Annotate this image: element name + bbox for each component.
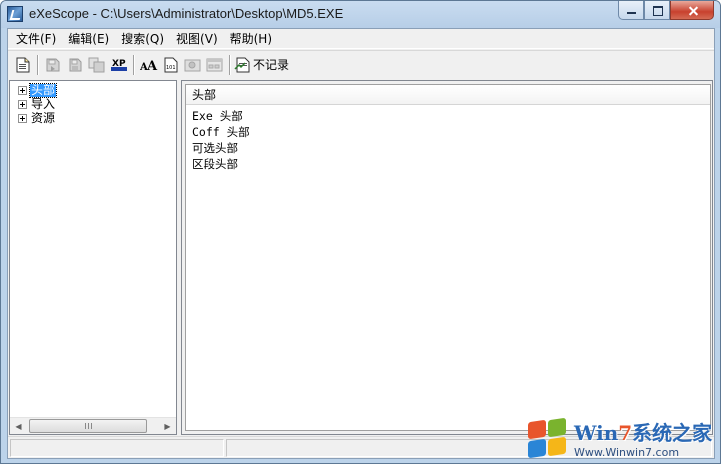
- watermark-url: Www.Winwin7.com: [574, 446, 680, 459]
- list-header[interactable]: 头部: [186, 85, 710, 105]
- expand-icon[interactable]: [18, 99, 27, 109]
- toolbar-separator: [133, 54, 135, 75]
- font-button[interactable]: A A: [138, 54, 160, 76]
- grip-icon: [84, 423, 92, 429]
- watermark-title-b: 系统之家: [632, 421, 713, 445]
- toolbar-separator: [37, 54, 39, 75]
- list-body: Exe 头部 Coff 头部 可选头部 区段头部: [186, 105, 710, 172]
- save-all-icon: [69, 58, 82, 71]
- save-icon: [46, 58, 60, 71]
- windows-logo-icon: [526, 417, 568, 459]
- image-button[interactable]: [182, 54, 204, 76]
- maximize-button[interactable]: [644, 1, 670, 20]
- copy-button[interactable]: [86, 54, 108, 76]
- svg-text:A: A: [146, 59, 158, 73]
- new-document-icon: [16, 57, 30, 72]
- no-record-button[interactable]: 不记录: [234, 54, 293, 76]
- binary-icon: 101: [164, 57, 178, 72]
- scroll-left-arrow-icon[interactable]: ◀: [10, 418, 27, 434]
- watermark-title-a: Win: [574, 421, 619, 445]
- xp-style-button[interactable]: XP: [108, 54, 130, 76]
- window-title: eXeScope - C:\Users\Administrator\Deskto…: [29, 6, 344, 21]
- scroll-thumb[interactable]: [29, 419, 147, 433]
- svg-text:XP: XP: [112, 59, 126, 69]
- detail-list[interactable]: 头部 Exe 头部 Coff 头部 可选头部 区段头部: [185, 84, 711, 431]
- copy-icon: [88, 57, 105, 72]
- tree-node-header[interactable]: 头部: [12, 82, 58, 98]
- svg-text:101: 101: [166, 65, 176, 71]
- image-icon: [184, 59, 201, 71]
- expand-icon[interactable]: [18, 85, 27, 95]
- menu-search[interactable]: 搜索(Q): [115, 29, 170, 49]
- tree-node-resource[interactable]: 资源: [12, 111, 56, 125]
- status-panel-left: [10, 439, 224, 457]
- tree-label[interactable]: 导入: [30, 97, 56, 111]
- menu-edit[interactable]: 编辑(E): [62, 29, 115, 49]
- close-button[interactable]: [670, 1, 714, 20]
- toolbar-separator: [229, 54, 231, 75]
- tree-label[interactable]: 资源: [30, 111, 56, 125]
- record-icon: [234, 57, 250, 72]
- save-all-button[interactable]: [64, 54, 86, 76]
- title-bar[interactable]: eXeScope - C:\Users\Administrator\Deskto…: [1, 1, 720, 28]
- app-window: eXeScope - C:\Users\Administrator\Deskto…: [0, 0, 721, 464]
- menu-bar: 文件(F) 编辑(E) 搜索(Q) 视图(V) 帮助(H): [8, 29, 714, 49]
- scroll-track[interactable]: [27, 418, 159, 434]
- menu-file[interactable]: 文件(F): [10, 29, 62, 49]
- scroll-right-arrow-icon[interactable]: ▶: [159, 418, 176, 434]
- exescope-app-icon[interactable]: [7, 6, 23, 22]
- client-area: 文件(F) 编辑(E) 搜索(Q) 视图(V) 帮助(H) XP A A 101…: [7, 28, 715, 459]
- list-item[interactable]: 区段头部: [192, 156, 710, 172]
- font-icon: A A: [140, 59, 158, 73]
- tree-label[interactable]: 头部: [28, 82, 58, 98]
- expand-icon[interactable]: [18, 113, 27, 123]
- dialog-button[interactable]: [204, 54, 226, 76]
- minimize-button[interactable]: [618, 1, 644, 20]
- horizontal-scrollbar[interactable]: ◀ ▶: [10, 417, 176, 434]
- resource-tree: 头部 导入 资源: [12, 82, 58, 125]
- new-document-button[interactable]: [12, 54, 34, 76]
- detail-pane: 头部 Exe 头部 Coff 头部 可选头部 区段头部: [181, 80, 713, 435]
- list-item[interactable]: Coff 头部: [192, 124, 710, 140]
- menu-view[interactable]: 视图(V): [170, 29, 224, 49]
- list-item[interactable]: Exe 头部: [192, 108, 710, 124]
- window-controls: [618, 1, 714, 21]
- save-button[interactable]: [42, 54, 64, 76]
- resource-tree-pane[interactable]: 头部 导入 资源 ◀ ▶: [9, 80, 177, 435]
- tree-node-import[interactable]: 导入: [12, 97, 56, 111]
- watermark-seven: 7: [618, 421, 633, 445]
- list-item[interactable]: 可选头部: [192, 140, 710, 156]
- toolbar: XP A A 101 不记录: [8, 50, 714, 78]
- dialog-icon: [206, 58, 223, 71]
- menu-help[interactable]: 帮助(H): [224, 29, 278, 49]
- binary-button[interactable]: 101: [160, 54, 182, 76]
- watermark: Win7系统之家 Www.Winwin7.com: [526, 413, 716, 463]
- watermark-title: Win7系统之家: [574, 417, 712, 446]
- watermark-text: Win7系统之家 Www.Winwin7.com: [574, 417, 712, 459]
- xp-style-icon: XP: [111, 59, 127, 71]
- no-record-label: 不记录: [253, 58, 290, 72]
